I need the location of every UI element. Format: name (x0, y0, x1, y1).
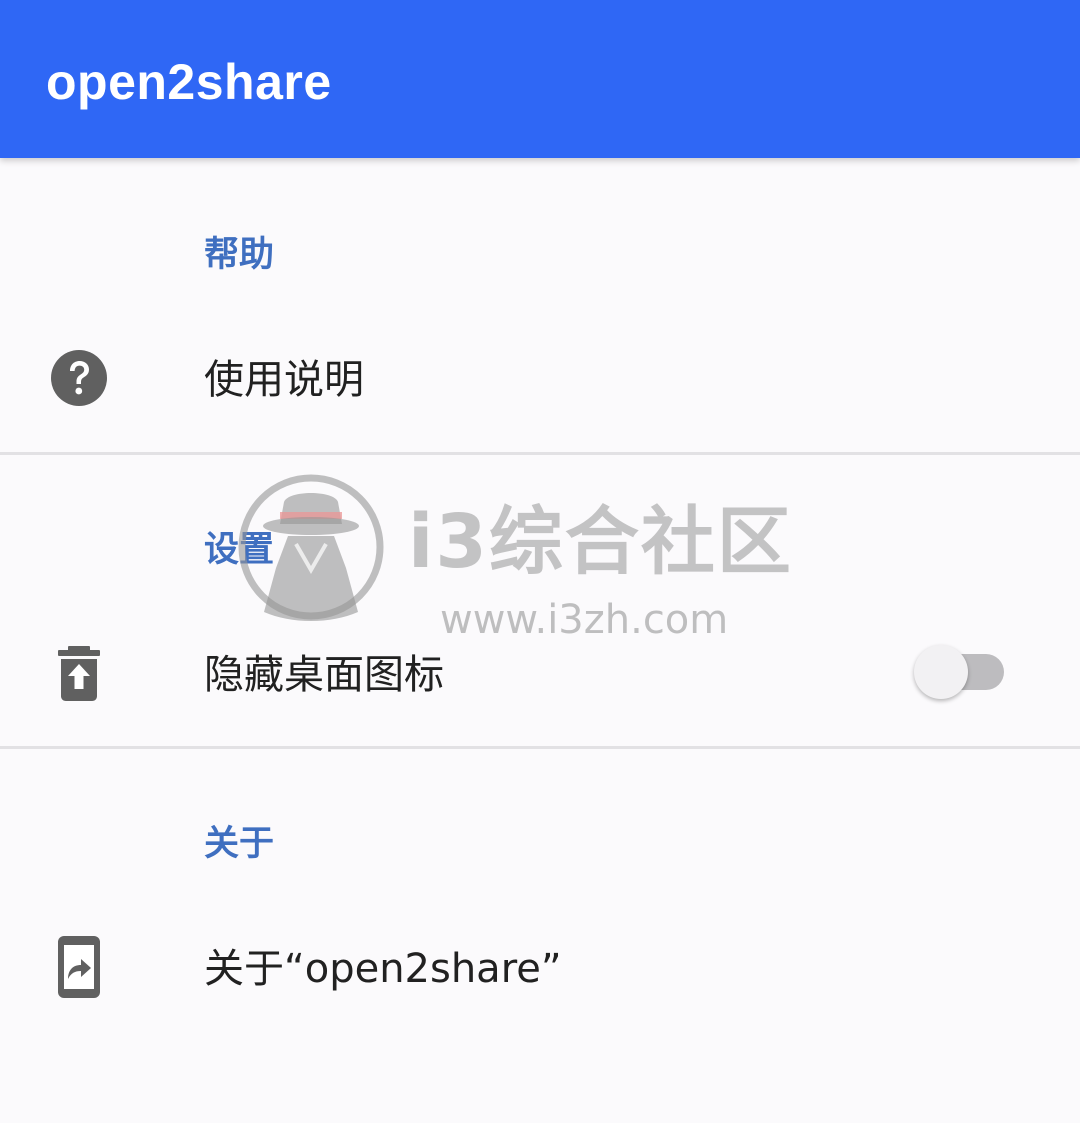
list-item-label: 使用说明 (204, 357, 364, 403)
help-circle-icon (51, 350, 107, 406)
list-item-about-app[interactable]: 关于“open2share” (0, 914, 1080, 1024)
divider (0, 746, 1080, 749)
hide-icon-toggle[interactable] (914, 642, 1006, 702)
app-bar: open2share (0, 0, 1080, 158)
list-item-label: 关于“open2share” (204, 946, 562, 992)
list-item-label: 隐藏桌面图标 (204, 652, 444, 698)
delete-restore-icon (58, 646, 100, 701)
list-item-usage-instructions[interactable]: 使用说明 (0, 325, 1080, 435)
section-header-settings: 设置 (204, 530, 275, 570)
settings-screen: open2share 帮助 使用说明 设置 隐藏桌面图标 关于 关于“open2… (0, 0, 1080, 1123)
list-item-hide-desktop-icon[interactable]: 隐藏桌面图标 (0, 620, 1080, 730)
divider (0, 452, 1080, 455)
section-header-about: 关于 (204, 824, 275, 864)
watermark: i3综合社区 www.i3zh.com (236, 472, 836, 643)
section-header-help: 帮助 (204, 235, 275, 275)
toggle-thumb (914, 645, 968, 699)
app-title: open2share (46, 54, 332, 110)
phone-share-icon (58, 936, 100, 998)
watermark-name: i3综合社区 (408, 499, 793, 585)
